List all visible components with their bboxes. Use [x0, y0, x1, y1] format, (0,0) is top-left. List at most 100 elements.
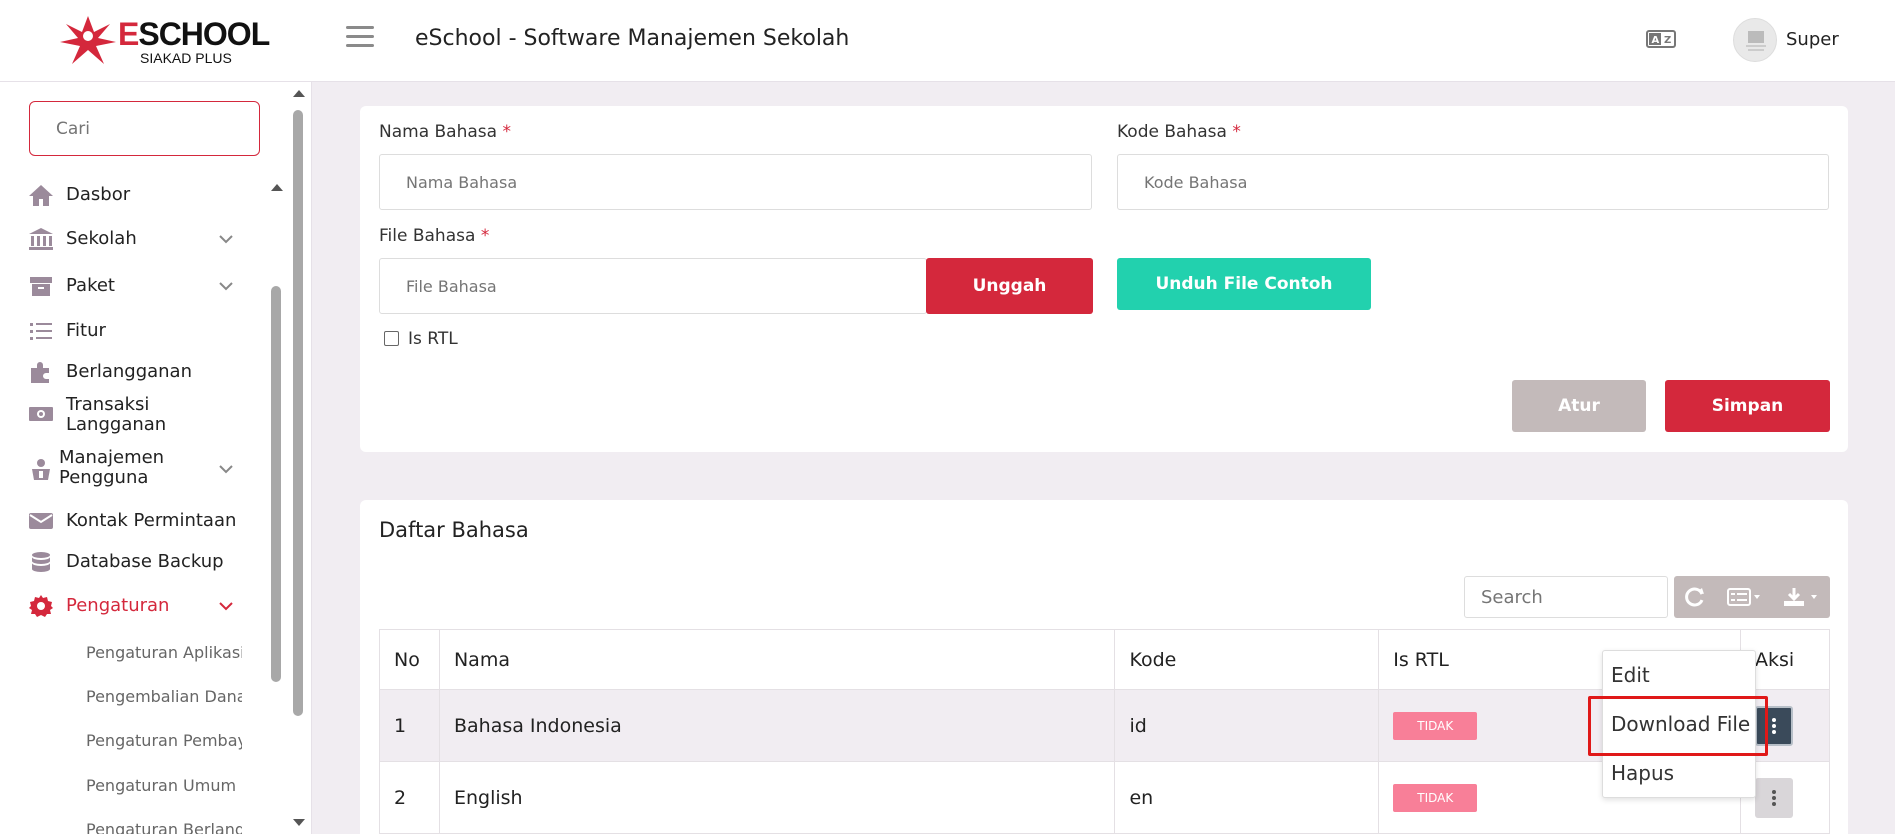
sidebar-inner-scrollbar[interactable] [268, 182, 286, 822]
dropdown-item-hapus[interactable]: Hapus [1611, 761, 1674, 785]
download-sample-button[interactable]: Unduh File Contoh [1117, 258, 1371, 310]
app-title: eSchool - Software Manajemen Sekolah [415, 26, 850, 51]
upload-button[interactable]: Unggah [926, 258, 1093, 314]
chevron-down-icon [219, 282, 233, 291]
reset-button[interactable]: Atur [1512, 380, 1646, 432]
scroll-down-icon[interactable] [292, 818, 306, 828]
cell-code: en [1114, 761, 1380, 834]
database-icon [32, 552, 50, 572]
sidebar-subitem-pengaturan-pembayaran[interactable]: Pengaturan Pembayaran [86, 731, 242, 750]
row-actions-button[interactable] [1755, 777, 1793, 818]
status-badge: TIDAK [1393, 783, 1478, 812]
refresh-icon [1685, 587, 1704, 607]
sidebar-item-berlangganan[interactable]: Berlangganan [28, 360, 192, 384]
top-bar: ESCHOOL SIAKAD PLUS eSchool - Software M… [0, 0, 1895, 82]
sidebar-item-label: Dasbor [66, 184, 131, 205]
archive-icon [30, 277, 52, 296]
list-title: Daftar Bahasa [379, 518, 529, 542]
highlight-box [1588, 696, 1768, 756]
sidebar-search-input[interactable] [29, 101, 260, 156]
sidebar-subitem-pengaturan-berlangganan[interactable]: Pengaturan Berlangganan [86, 820, 242, 834]
table-search-input[interactable] [1464, 576, 1668, 618]
sidebar-item-manajemen-pengguna[interactable]: Manajemen Pengguna [28, 448, 233, 488]
scroll-up-icon[interactable] [292, 88, 306, 98]
sidebar-item-transaksi-langganan[interactable]: Transaksi Langganan [28, 395, 166, 435]
kebab-menu-icon [1772, 789, 1776, 806]
column-header-no[interactable]: No [379, 629, 440, 690]
columns-toggle-button[interactable] [1716, 576, 1772, 618]
language-form-card: Nama Bahasa * Kode Bahasa * File Bahasa … [360, 106, 1848, 452]
sidebar-item-kontak-permintaan[interactable]: Kontak Permintaan [28, 509, 236, 533]
chevron-down-icon [219, 465, 233, 474]
gear-icon [29, 595, 53, 617]
cell-code: id [1114, 689, 1380, 762]
sidebar-item-label: Manajemen Pengguna [59, 447, 165, 488]
sidebar-item-label: Kontak Permintaan [66, 510, 237, 531]
cell-name: English [438, 761, 1116, 834]
sidebar-item-paket[interactable]: Paket [28, 274, 233, 298]
file-label: File Bahasa * [379, 226, 490, 246]
user-avatar[interactable] [1733, 18, 1777, 62]
sidebar-item-label: Sekolah [66, 228, 137, 249]
sidebar-item-fitur[interactable]: Fitur [28, 319, 106, 343]
sidebar-item-database-backup[interactable]: Database Backup [28, 550, 224, 574]
scroll-up-icon[interactable] [270, 182, 284, 192]
svg-text:A: A [1652, 35, 1660, 46]
cell-no: 2 [379, 761, 440, 834]
name-field[interactable] [379, 154, 1092, 210]
sidebar-item-label: Pengaturan [66, 595, 170, 616]
rtl-checkbox[interactable] [384, 331, 399, 346]
sidebar-subitem-pengaturan-aplikasi[interactable]: Pengaturan Aplikasi [86, 643, 242, 662]
scrollbar-thumb[interactable] [293, 110, 303, 716]
code-field[interactable] [1117, 154, 1829, 210]
columns-list-icon [1727, 588, 1760, 606]
avatar-image-icon [1746, 31, 1766, 51]
eschool-logo[interactable]: ESCHOOL SIAKAD PLUS [58, 14, 270, 66]
cell-name: Bahasa Indonesia [438, 689, 1116, 762]
code-label: Kode Bahasa * [1117, 122, 1241, 142]
sidebar-item-label: Fitur [66, 320, 106, 341]
sidebar-item-pengaturan[interactable]: Pengaturan [28, 594, 233, 618]
refresh-button[interactable] [1674, 576, 1716, 618]
sidebar: Dasbor Sekolah Paket Fitur Berlangganan … [0, 82, 312, 834]
sidebar-item-sekolah[interactable]: Sekolah [28, 227, 233, 251]
chevron-down-icon [219, 235, 233, 244]
sidebar-item-label: Database Backup [66, 551, 224, 572]
logo-title: ESCHOOL [118, 16, 270, 52]
kebab-menu-icon [1772, 717, 1776, 734]
dropdown-item-edit[interactable]: Edit [1611, 663, 1650, 687]
list-icon [30, 323, 52, 340]
export-button[interactable] [1772, 576, 1830, 618]
sidebar-subitem-pengembalian-dana[interactable]: Pengembalian Dana [86, 687, 242, 706]
column-header-kode[interactable]: Kode [1114, 629, 1380, 690]
user-name[interactable]: Super [1786, 29, 1839, 50]
scrollbar-thumb[interactable] [271, 286, 281, 682]
file-field[interactable] [379, 258, 927, 314]
svg-text:Z: Z [1664, 35, 1671, 46]
puzzle-icon [31, 362, 49, 383]
language-toggle-icon[interactable]: A Z [1646, 28, 1676, 50]
name-label: Nama Bahasa * [379, 122, 511, 142]
sidebar-subitem-pengaturan-umum[interactable]: Pengaturan Umum [86, 776, 242, 795]
column-header-nama[interactable]: Nama [438, 629, 1116, 690]
sidebar-item-label: Berlangganan [66, 361, 192, 382]
table-toolbar [1674, 576, 1830, 618]
sidebar-item-label: Paket [66, 275, 115, 296]
logo-subtitle: SIAKAD PLUS [140, 50, 232, 66]
rtl-label: Is RTL [408, 329, 458, 349]
menu-toggle-icon[interactable] [346, 26, 374, 50]
user-manage-icon [32, 459, 50, 480]
logo-mark-icon [60, 16, 116, 64]
cell-no: 1 [379, 689, 440, 762]
money-icon [29, 407, 53, 421]
home-icon [29, 185, 53, 206]
chevron-down-icon [219, 602, 233, 611]
sidebar-scrollbar[interactable] [290, 88, 308, 832]
envelope-icon [29, 513, 53, 529]
sidebar-item-label: Transaksi Langganan [66, 394, 167, 435]
download-icon [1784, 588, 1817, 606]
save-button[interactable]: Simpan [1665, 380, 1830, 432]
bank-icon [29, 228, 53, 250]
sidebar-item-dasbor[interactable]: Dasbor [28, 183, 130, 207]
status-badge: TIDAK [1393, 711, 1478, 740]
